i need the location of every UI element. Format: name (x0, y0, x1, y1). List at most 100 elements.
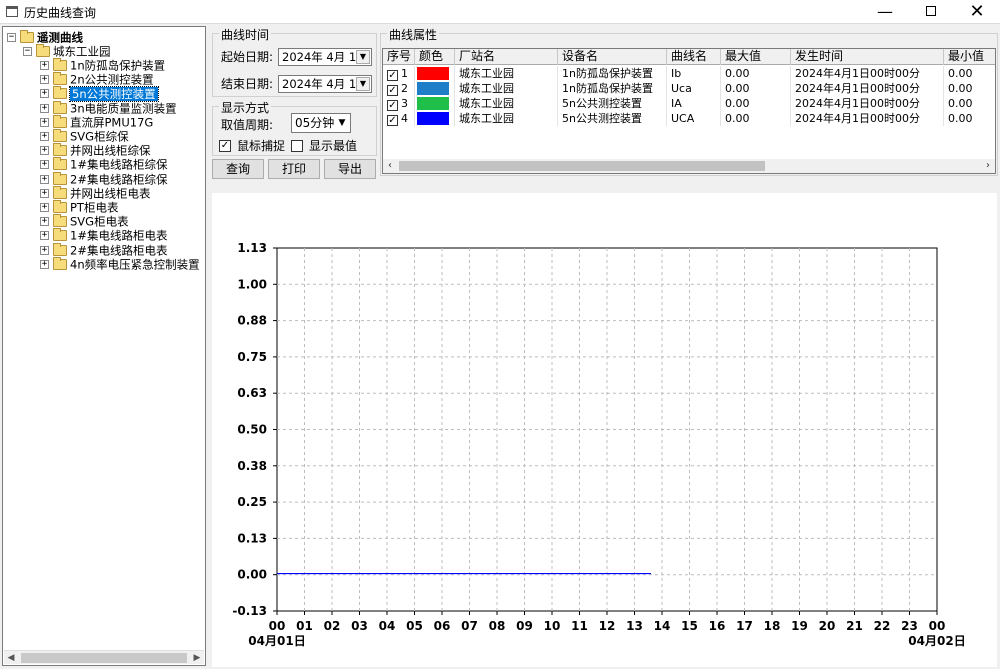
tree-root[interactable]: − 遥测曲线 (7, 30, 83, 45)
expand-toggle-icon[interactable]: + (40, 217, 49, 227)
table-cell: 0.00 (721, 111, 791, 126)
chevron-down-icon[interactable]: ▼ (356, 77, 370, 91)
minimize-button[interactable]: — (862, 0, 908, 24)
table-cell: 0.00 (944, 111, 995, 126)
tree-item-label: 并网出线柜综保 (70, 143, 151, 158)
tree-station[interactable]: − 城东工业园 (23, 44, 111, 59)
show-extremes-label: 显示最值 (309, 139, 358, 153)
table-cell (415, 111, 455, 126)
expand-toggle-icon[interactable]: + (40, 89, 49, 99)
tree-item[interactable]: + SVG柜综保 (40, 129, 129, 144)
table-row[interactable]: ✓ 1 城东工业园 1n防孤岛保护装置 Ib 0.00 2024年4月1日00时00分 0.0… (383, 66, 995, 81)
column-header[interactable]: 序号 (383, 49, 415, 65)
tree-item[interactable]: + 直流屏PMU17G (40, 114, 153, 129)
scrollbar-thumb[interactable] (21, 653, 187, 663)
row-checkbox[interactable]: ✓ (387, 100, 398, 111)
expand-toggle-icon[interactable]: + (40, 75, 49, 85)
tree-item[interactable]: +5n公共测控装置 (40, 85, 159, 102)
scroll-left-icon[interactable]: ◀ (4, 651, 18, 665)
period-select[interactable]: 05分钟 ▼ (291, 113, 351, 133)
table-horizontal-scrollbar[interactable]: ‹ › (383, 159, 995, 173)
tree-item[interactable]: +2#集电线路柜电表 (40, 242, 167, 257)
tree-item[interactable]: +2#集电线路柜综保 (40, 171, 167, 186)
curve-table[interactable]: 序号 颜色 厂站名 设备名 曲线名 最大值 发生时间 最小值 ✓ 1 城东工业园 1n防孤岛保护装置… (382, 48, 996, 174)
expand-toggle-icon[interactable]: + (40, 259, 49, 269)
chevron-down-icon[interactable]: ▼ (335, 115, 349, 131)
column-header[interactable]: 最大值 (721, 49, 791, 65)
show-extremes-checkbox[interactable]: 显示最值 (291, 137, 357, 154)
expand-toggle-icon[interactable]: + (40, 132, 49, 141)
tree-item-label: PT柜电表 (70, 200, 119, 215)
color-swatch[interactable] (417, 112, 449, 125)
color-swatch[interactable] (417, 97, 449, 110)
expand-toggle-icon[interactable]: + (40, 117, 49, 127)
table-row[interactable]: ✓ 4 城东工业园 5n公共测控装置 UCA 0.00 2024年4月1日00时00分 0.0… (383, 111, 995, 126)
chart-panel[interactable]: 1.13 1.00 0.88 0.75 0.63 0.50 0.38 0.25 0.13 0.00… (212, 193, 997, 667)
expand-toggle-icon[interactable]: + (40, 188, 49, 198)
table-header: 序号 颜色 厂站名 设备名 曲线名 最大值 发生时间 最小值 (383, 49, 995, 65)
expand-toggle-icon[interactable]: − (7, 33, 16, 42)
tree-item[interactable]: +4n频率电压紧急控制装置 (40, 256, 200, 271)
expand-toggle-icon[interactable]: + (40, 203, 49, 212)
scroll-right-icon[interactable]: › (981, 159, 995, 173)
column-header[interactable]: 曲线名 (667, 49, 721, 65)
checkbox-icon[interactable]: ✓ (219, 139, 231, 152)
tree-item[interactable]: +1#集电线路柜综保 (40, 157, 167, 172)
expand-toggle-icon[interactable]: + (40, 174, 49, 184)
tree-item[interactable]: +2n公共测控装置 (40, 72, 154, 87)
query-button[interactable]: 查询 (212, 159, 264, 179)
y-tick-label: 0.38 (237, 459, 267, 473)
column-header[interactable]: 发生时间 (791, 49, 944, 65)
tree-item[interactable]: + 并网出线柜综保 (40, 143, 151, 158)
table-row[interactable]: ✓ 3 城东工业园 5n公共测控装置 IA 0.00 2024年4月1日00时00分 0.00 (383, 96, 995, 111)
close-button[interactable]: ✕ (954, 0, 1000, 24)
scroll-right-icon[interactable]: ▶ (190, 651, 204, 665)
scrollbar-thumb[interactable] (399, 161, 765, 171)
tree-item[interactable]: + SVG柜电表 (40, 214, 129, 229)
expand-toggle-icon[interactable]: − (23, 47, 32, 56)
column-header[interactable]: 设备名 (558, 49, 667, 65)
checkbox-icon[interactable] (291, 139, 303, 152)
tree-item-label: 遥测曲线 (37, 30, 83, 45)
column-header[interactable]: 最小值 (944, 49, 995, 65)
x-tick-label: 19 (791, 619, 808, 633)
tree-horizontal-scrollbar[interactable]: ◀ ▶ (4, 650, 204, 664)
color-swatch[interactable] (417, 67, 449, 80)
expand-toggle-icon[interactable]: + (40, 160, 49, 170)
expand-toggle-icon[interactable]: + (40, 61, 49, 70)
start-date-picker[interactable]: 2024年 4月 1 ▼ (278, 48, 372, 66)
color-swatch[interactable] (417, 82, 449, 95)
column-header[interactable]: 颜色 (415, 49, 455, 65)
table-cell: 0.00 (721, 81, 791, 96)
end-date-picker[interactable]: 2024年 4月 1 ▼ (278, 75, 372, 93)
row-checkbox[interactable]: ✓ (387, 115, 398, 126)
tree-item[interactable]: + PT柜电表 (40, 200, 119, 215)
print-button[interactable]: 打印 (268, 159, 320, 179)
scroll-left-icon[interactable]: ‹ (383, 159, 397, 173)
tree-item[interactable]: +1n防孤岛保护装置 (40, 58, 165, 73)
x-tick-label: 14 (654, 619, 671, 633)
table-row[interactable]: ✓ 2 城东工业园 1n防孤岛保护装置 Uca 0.00 2024年4月1日00时00分 0.… (383, 81, 995, 96)
expand-toggle-icon[interactable]: + (40, 231, 49, 241)
export-button[interactable]: 导出 (324, 159, 376, 179)
tree-item[interactable]: +1#集电线路柜电表 (40, 228, 167, 243)
expand-toggle-icon[interactable]: + (40, 245, 49, 255)
expand-toggle-icon[interactable]: + (40, 146, 49, 156)
row-checkbox[interactable]: ✓ (387, 70, 398, 81)
y-tick-label: 1.13 (237, 241, 267, 255)
row-checkbox[interactable]: ✓ (387, 85, 398, 96)
x-tick-label: 13 (626, 619, 643, 633)
history-curve-chart[interactable]: 1.13 1.00 0.88 0.75 0.63 0.50 0.38 0.25 0.13 0.00… (212, 193, 997, 667)
tree-item[interactable]: +3n电能质量监测装置 (40, 100, 177, 115)
expand-toggle-icon[interactable]: + (40, 103, 49, 113)
maximize-button[interactable] (908, 0, 954, 24)
chevron-down-icon[interactable]: ▼ (356, 50, 370, 64)
mouse-capture-checkbox[interactable]: ✓ 鼠标捕捉 (219, 137, 285, 154)
tree-item[interactable]: + 并网出线柜电表 (40, 185, 151, 200)
device-tree[interactable]: − 遥测曲线 − 城东工业园 +1n防孤岛保护装置 +2n公共测控装置 +5n公共测控装置 +… (2, 26, 206, 666)
column-header[interactable]: 厂站名 (455, 49, 558, 65)
display-mode-title: 显示方式 (219, 99, 272, 116)
folder-icon (53, 58, 67, 71)
table-cell: ✓ 2 (383, 81, 415, 96)
row-index: 2 (401, 82, 408, 95)
